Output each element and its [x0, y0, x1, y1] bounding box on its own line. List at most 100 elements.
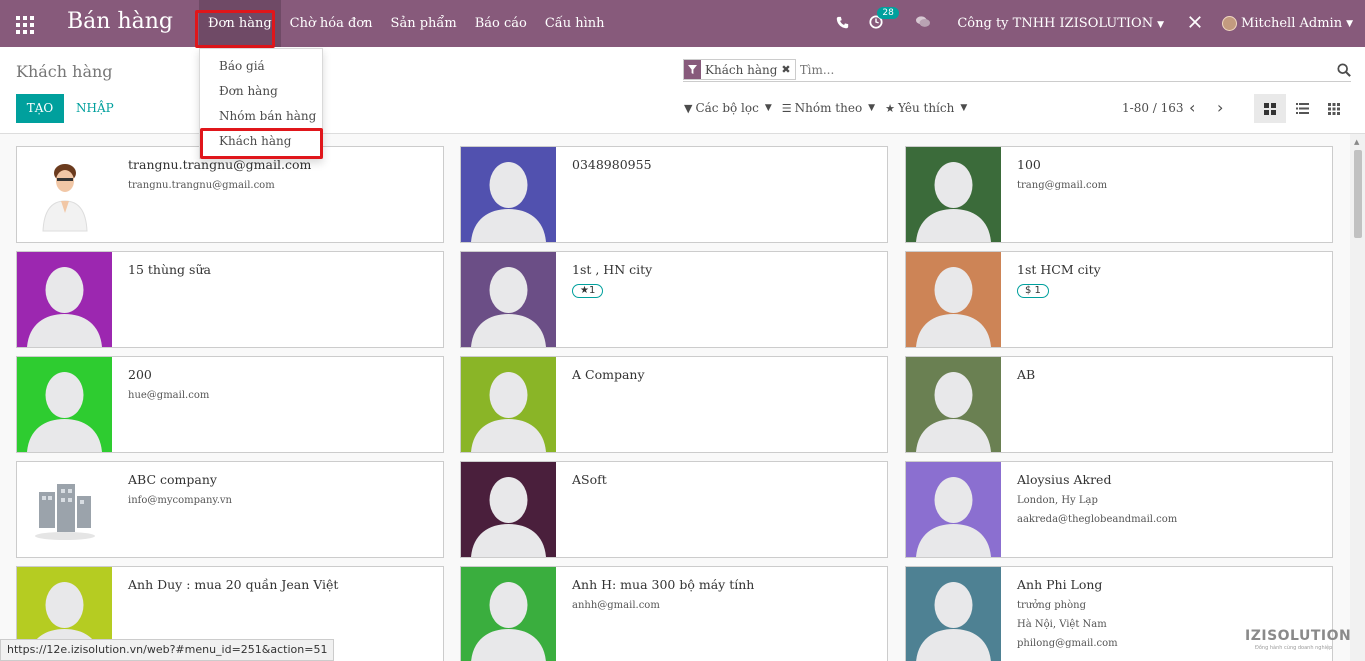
pager-previous-icon[interactable]: ‹	[1189, 98, 1195, 117]
partner-card[interactable]: A Company	[460, 356, 888, 453]
user-avatar	[1222, 16, 1238, 31]
dropdown-item-khach-hang[interactable]: Khách hàng	[200, 129, 322, 154]
partner-card[interactable]: 1st , HN city ★1	[460, 251, 888, 348]
avatar-placeholder-icon	[906, 252, 1001, 347]
partner-info-line: trangnu.trangnu@gmail.com	[128, 180, 275, 191]
partner-info-line: hue@gmail.com	[128, 390, 210, 401]
partner-card[interactable]: 15 thùng sữa	[16, 251, 444, 348]
scroll-thumb[interactable]	[1354, 150, 1362, 238]
debug-tools-icon[interactable]	[1188, 15, 1202, 33]
chat-icon[interactable]	[915, 15, 931, 33]
partner-name: 200	[128, 367, 152, 382]
dropdown-item-don-hang[interactable]: Đơn hàng	[200, 79, 322, 104]
caret-down-icon: ▼	[1157, 20, 1165, 30]
partner-card[interactable]: 200 hue@gmail.com	[16, 356, 444, 453]
user-name: Mitchell Admin	[1241, 16, 1343, 31]
company-buildings-icon	[17, 462, 112, 557]
navbar-right: 28 Công ty TNHH IZISOLUTION ▼ Mitchell Ad…	[826, 0, 1365, 47]
partner-card-body: AB	[1017, 367, 1326, 383]
avatar-placeholder-icon	[461, 357, 556, 452]
menu-bao-cao[interactable]: Báo cáo	[466, 0, 536, 47]
partner-card[interactable]: Anh H: mua 300 bộ máy tính anhh@gmail.com	[460, 566, 888, 661]
partner-card[interactable]: 0348980955	[460, 146, 888, 243]
partner-name: 100	[1017, 157, 1041, 172]
avatar-placeholder-icon	[17, 252, 112, 347]
company-name: Công ty TNHH IZISOLUTION	[957, 16, 1154, 31]
apps-menu-icon[interactable]	[16, 16, 34, 34]
partner-card-body: 100 trang@gmail.com	[1017, 157, 1326, 192]
create-button[interactable]: TẠO	[16, 94, 64, 123]
groupby-dropdown[interactable]: ☰ Nhóm theo ▼	[782, 101, 875, 115]
remove-facet-icon[interactable]: ✖	[781, 63, 794, 76]
partner-info-line: anhh@gmail.com	[572, 600, 660, 611]
avatar-placeholder-icon	[461, 147, 556, 242]
izisolution-tagline: Đồng hành cùng doanh nghiệp	[1255, 645, 1333, 651]
partner-name: ABC company	[128, 472, 217, 487]
dropdown-item-nhom-ban-hang[interactable]: Nhóm bán hàng	[200, 104, 322, 129]
search-bar: Khách hàng ✖	[683, 58, 1351, 82]
partner-count-tag[interactable]: $ 1	[1017, 284, 1049, 298]
vertical-scrollbar[interactable]: ▲	[1350, 134, 1365, 661]
activity-count-badge: 28	[877, 6, 899, 19]
partner-card[interactable]: trangnu.trangnu@gmail.com trangnu.trangnu…	[16, 146, 444, 243]
partner-name: A Company	[572, 367, 645, 382]
star-icon: ★	[885, 101, 895, 115]
partner-name: Anh H: mua 300 bộ máy tính	[572, 577, 755, 592]
dropdown-item-bao-gia[interactable]: Báo giá	[200, 54, 322, 79]
phone-icon[interactable]	[836, 15, 849, 33]
user-menu[interactable]: Mitchell Admin ▼	[1222, 16, 1353, 31]
avatar-placeholder-icon	[461, 462, 556, 557]
list-view-button[interactable]	[1286, 94, 1318, 123]
caret-down-icon: ▼	[764, 103, 772, 113]
partner-card-body: ASoft	[572, 472, 881, 488]
import-button[interactable]: NHẬP	[76, 101, 114, 115]
partner-count-tag[interactable]: ★1	[572, 284, 604, 298]
breadcrumb[interactable]: Khách hàng	[16, 62, 113, 81]
partner-card-body: 1st HCM city $ 1	[1017, 262, 1326, 298]
filters-label: Các bộ lọc	[695, 101, 759, 115]
partner-info-line: trang@gmail.com	[1017, 180, 1108, 191]
company-switcher[interactable]: Công ty TNHH IZISOLUTION ▼	[957, 16, 1164, 31]
avatar-placeholder-icon	[906, 567, 1001, 661]
favorites-dropdown[interactable]: ★ Yêu thích ▼	[885, 101, 967, 115]
partner-name: ASoft	[572, 472, 607, 487]
caret-down-icon: ▼	[1346, 18, 1353, 29]
menu-cho-hoa-don[interactable]: Chờ hóa đơn	[281, 0, 382, 47]
partner-info-line: info@mycompany.vn	[128, 495, 232, 506]
status-url-bar: https://12e.izisolution.vn/web?#menu_id=…	[0, 639, 335, 661]
search-icon[interactable]	[1337, 62, 1351, 77]
menu-cau-hinh[interactable]: Cấu hình	[536, 0, 614, 47]
caret-down-icon: ▼	[960, 103, 968, 113]
menu-san-pham[interactable]: Sản phẩm	[382, 0, 466, 47]
partner-card-body: 15 thùng sữa	[128, 262, 437, 278]
partner-card[interactable]: 100 trang@gmail.com	[905, 146, 1333, 243]
partner-card-body: ABC company info@mycompany.vn	[128, 472, 437, 507]
groupby-label: Nhóm theo	[794, 101, 863, 115]
partner-card[interactable]: AB	[905, 356, 1333, 453]
partner-card-body: 200 hue@gmail.com	[128, 367, 437, 402]
top-navbar: Bán hàng Đơn hàng Chờ hóa đơn Sản phẩm B…	[0, 0, 1365, 47]
partner-card[interactable]: ABC company info@mycompany.vn	[16, 461, 444, 558]
activity-clock-icon[interactable]: 28	[869, 6, 899, 33]
partner-card[interactable]: 1st HCM city $ 1	[905, 251, 1333, 348]
partner-card[interactable]: ASoft	[460, 461, 888, 558]
partner-info-line: aakreda@theglobeandmail.com	[1017, 514, 1178, 525]
partner-name: Aloysius Akred	[1017, 472, 1112, 487]
partner-card[interactable]: Aloysius Akred London, Hy Lạp aakreda@theg…	[905, 461, 1333, 558]
scroll-up-icon[interactable]: ▲	[1354, 138, 1359, 146]
menu-don-hang[interactable]: Đơn hàng	[199, 0, 281, 47]
search-options: ▼ Các bộ lọc ▼ ☰ Nhóm theo ▼ ★ Yêu thích ▼	[684, 101, 977, 115]
kanban-view-button[interactable]	[1254, 94, 1286, 123]
pager-value[interactable]: 1-80 / 163	[1122, 101, 1184, 115]
facet-label: Khách hàng	[705, 62, 778, 77]
grid-view-button[interactable]	[1318, 94, 1350, 123]
pager-next-icon[interactable]: ›	[1217, 98, 1223, 117]
partner-card-body: 1st , HN city ★1	[572, 262, 881, 298]
avatar-placeholder-icon	[906, 147, 1001, 242]
favorites-label: Yêu thích	[897, 101, 955, 115]
search-input[interactable]	[799, 62, 1320, 77]
avatar-placeholder-icon	[461, 567, 556, 661]
partner-name: Anh Duy : mua 20 quần Jean Việt	[128, 577, 339, 592]
main-menu: Đơn hàng Chờ hóa đơn Sản phẩm Báo cáo Cấ…	[199, 0, 614, 47]
filters-dropdown[interactable]: ▼ Các bộ lọc ▼	[684, 101, 772, 115]
